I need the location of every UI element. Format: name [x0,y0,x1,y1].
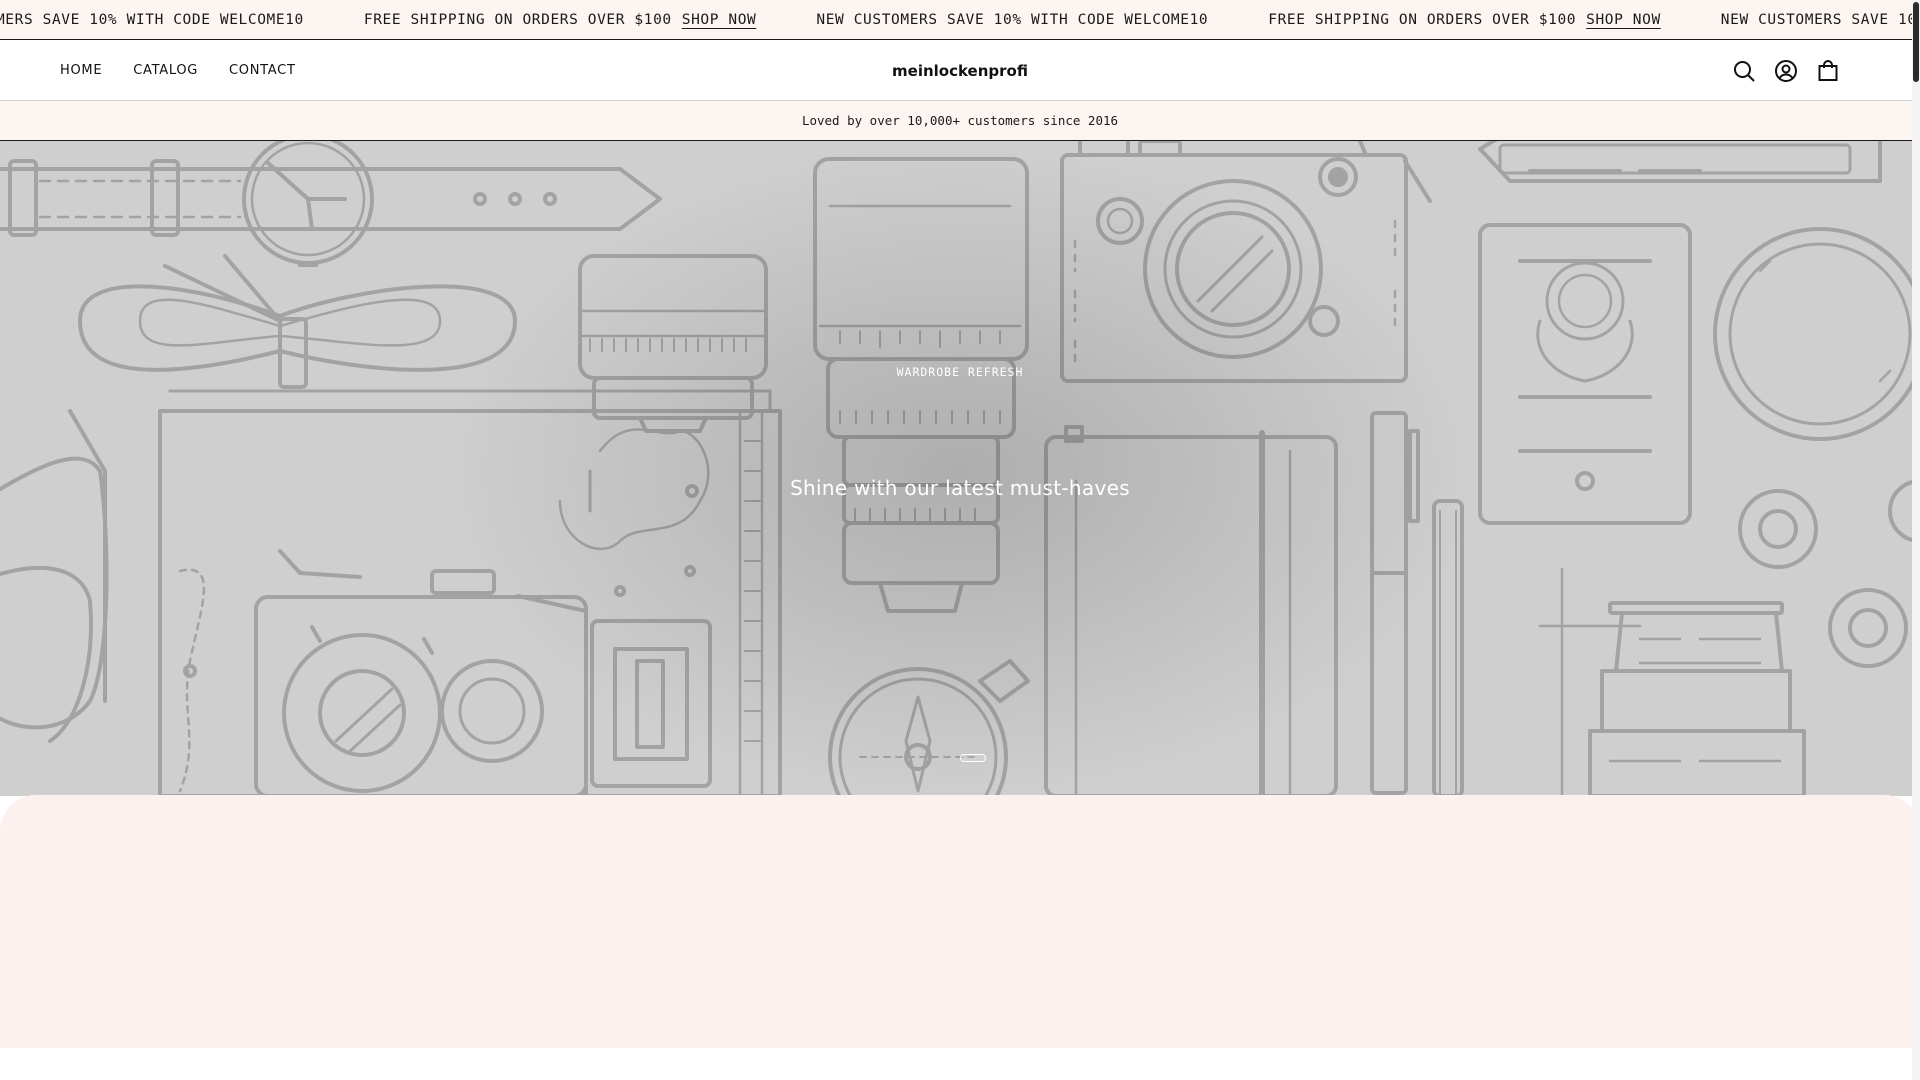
announcement-item: NEW CUSTOMERS SAVE 10% WITH CODE WELCOME… [0,12,304,28]
announcement-item: NEW CUSTOMERS SAVE 10% WITH CODE WELCOME… [1721,12,1920,28]
scrollbar-thumb[interactable] [1913,2,1919,82]
site-header: HOME CATALOG CONTACT meinlockenprofi [0,40,1920,101]
hero-banner[interactable]: WARDROBE REFRESH Shine with our latest m… [0,141,1920,796]
cart-icon[interactable] [1816,59,1840,83]
announcement-bar: NEW CUSTOMERS SAVE 10% WITH CODE WELCOME… [0,0,1920,40]
announcement-item: FREE SHIPPING ON ORDERS OVER $100 SHOP N… [364,12,757,28]
shop-now-link[interactable]: SHOP NOW [1586,12,1661,28]
announcement-text: NEW CUSTOMERS SAVE 10% WITH CODE WELCOME… [1720,12,1920,28]
shop-now-link[interactable]: SHOP NOW [682,12,757,28]
brand-logo[interactable]: meinlockenprofi [892,62,1028,80]
hero-overlay [0,141,1920,796]
hero-eyebrow: WARDROBE REFRESH [896,365,1024,379]
nav-link-catalog[interactable]: CATALOG [133,63,198,78]
account-icon[interactable] [1774,59,1798,83]
announcement-text: FREE SHIPPING ON ORDERS OVER $100 [1268,12,1577,28]
search-icon[interactable] [1732,59,1756,83]
announcement-track: NEW CUSTOMERS SAVE 10% WITH CODE WELCOME… [0,0,1920,39]
nav-link-home[interactable]: HOME [60,63,102,78]
announcement-item: FREE SHIPPING ON ORDERS OVER $100 SHOP N… [1268,12,1661,28]
nav-link-contact[interactable]: CONTACT [229,63,296,78]
announcement-text: NEW CUSTOMERS SAVE 10% WITH CODE WELCOME… [0,12,304,28]
scrollbar[interactable] [1912,0,1920,1080]
slide-indicator[interactable] [960,754,986,762]
header-actions [1732,40,1840,101]
trust-bar: Loved by over 10,000+ customers since 20… [0,101,1920,141]
trust-text: Loved by over 10,000+ customers since 20… [801,113,1119,128]
featured-section [0,795,1920,1048]
main-nav: HOME CATALOG CONTACT [60,40,296,101]
announcement-item: NEW CUSTOMERS SAVE 10% WITH CODE WELCOME… [816,12,1208,28]
announcement-text: FREE SHIPPING ON ORDERS OVER $100 [363,12,672,28]
hero-title: Shine with our latest must-haves [790,476,1130,500]
announcement-text: NEW CUSTOMERS SAVE 10% WITH CODE WELCOME… [816,12,1209,28]
